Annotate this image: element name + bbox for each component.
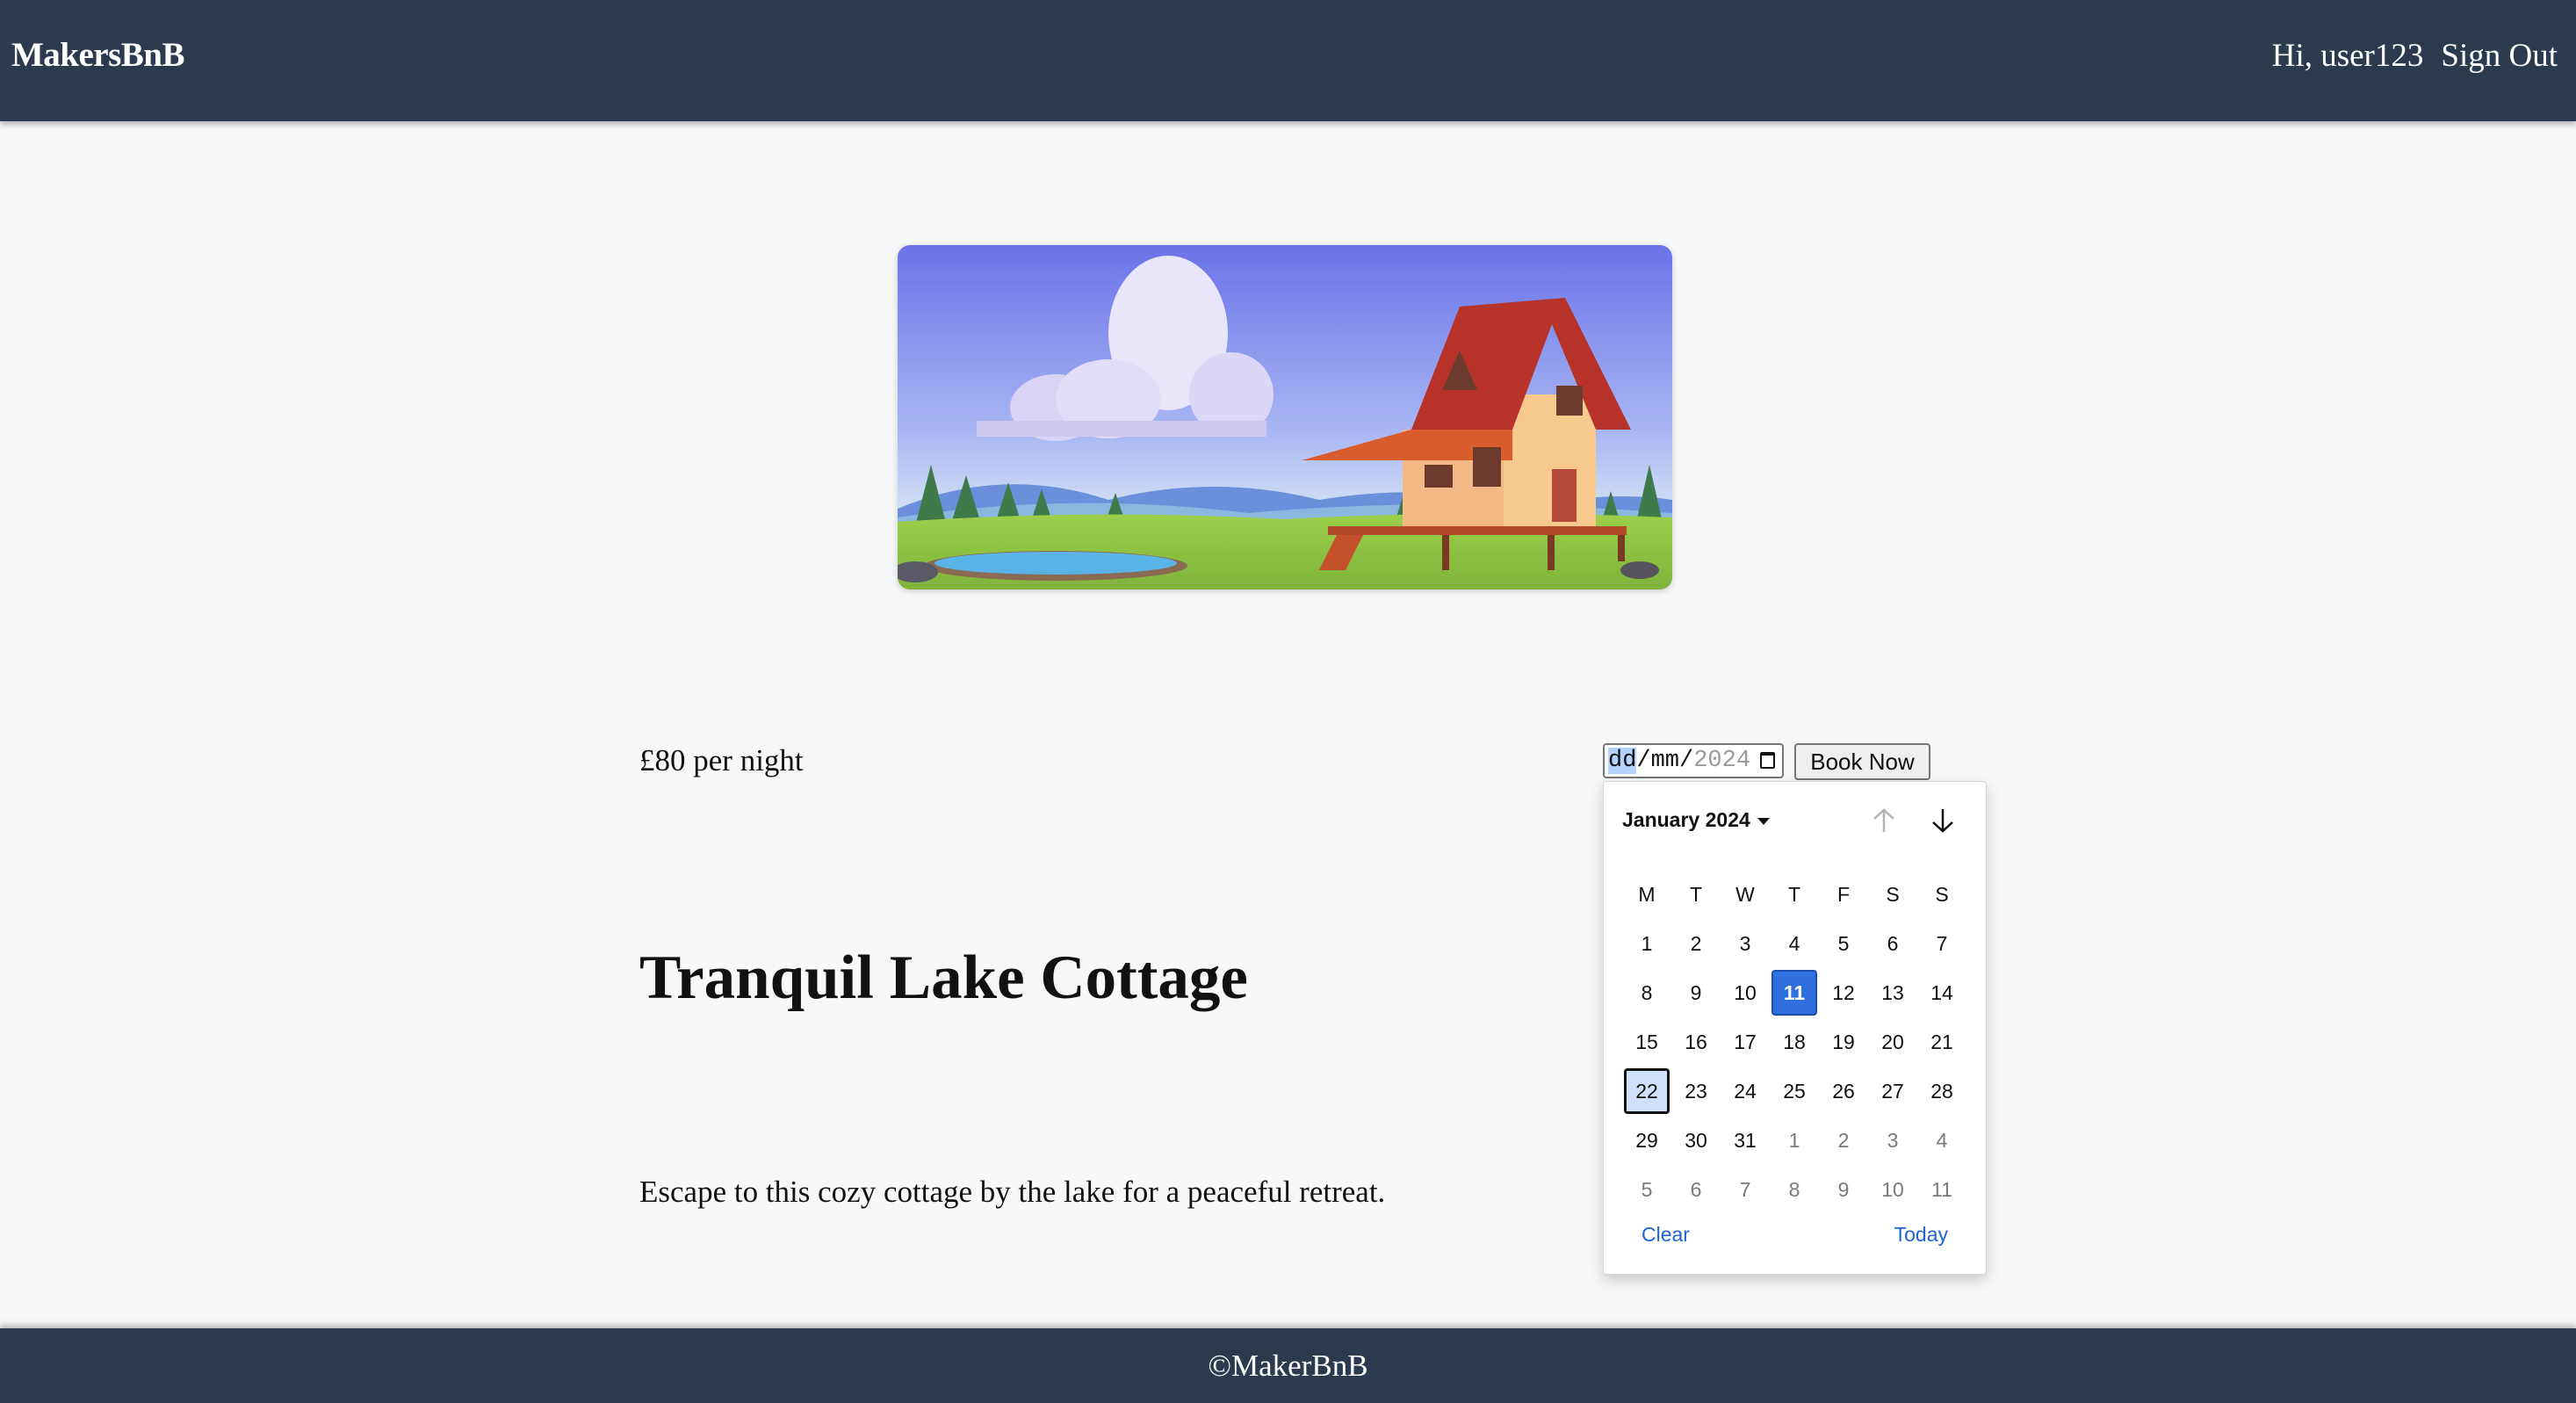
calendar-day[interactable]: 7 bbox=[1721, 1165, 1770, 1214]
month-year-label: January 2024 bbox=[1622, 808, 1750, 831]
price-per-night: £80 per night bbox=[639, 743, 804, 777]
calendar-day[interactable]: 13 bbox=[1868, 968, 1917, 1017]
calendar-day[interactable]: 5 bbox=[1819, 919, 1868, 968]
date-day-segment[interactable]: dd bbox=[1608, 748, 1637, 774]
calendar-day[interactable]: 17 bbox=[1721, 1017, 1770, 1067]
arrow-up-icon[interactable] bbox=[1868, 805, 1900, 836]
book-now-button[interactable]: Book Now bbox=[1794, 743, 1930, 780]
weekday-header: T bbox=[1689, 882, 1703, 906]
sign-out-link[interactable]: Sign Out bbox=[2441, 37, 2558, 75]
weekday-header: S bbox=[1935, 882, 1949, 906]
calendar-day[interactable]: 26 bbox=[1819, 1067, 1868, 1116]
date-picker-popup: January 2024 M T W T F S S 1 2 3 4 5 6 7 8 9 10 11 12 13 14 1… bbox=[1603, 781, 1987, 1275]
user-greeting[interactable]: Hi, user123 bbox=[2272, 37, 2424, 75]
calendar-day[interactable]: 10 bbox=[1721, 968, 1770, 1017]
calendar-day[interactable]: 15 bbox=[1622, 1017, 1671, 1067]
calendar-day[interactable]: 4 bbox=[1917, 1116, 1966, 1165]
top-nav-bar: MakersBnB Hi, user123 Sign Out bbox=[0, 0, 2576, 121]
calendar-day[interactable]: 30 bbox=[1671, 1116, 1721, 1165]
calendar-day[interactable]: 8 bbox=[1622, 968, 1671, 1017]
calendar-day[interactable]: 27 bbox=[1868, 1067, 1917, 1116]
listing-image bbox=[898, 245, 1672, 589]
calendar-day[interactable]: 20 bbox=[1868, 1017, 1917, 1067]
weekday-header: W bbox=[1735, 882, 1755, 906]
calendar-day[interactable]: 21 bbox=[1917, 1017, 1966, 1067]
calendar-day[interactable]: 8 bbox=[1770, 1165, 1819, 1214]
weekday-header: T bbox=[1787, 882, 1801, 906]
calendar-day[interactable]: 16 bbox=[1671, 1017, 1721, 1067]
calendar-day[interactable]: 6 bbox=[1868, 919, 1917, 968]
listing-description: Escape to this cozy cottage by the lake … bbox=[639, 1175, 1386, 1209]
calendar-day[interactable]: 23 bbox=[1671, 1067, 1721, 1116]
calendar-day[interactable]: 7 bbox=[1917, 919, 1966, 968]
calendar-day[interactable]: 2 bbox=[1819, 1116, 1868, 1165]
calendar-day[interactable]: 2 bbox=[1671, 919, 1721, 968]
calendar-day[interactable]: 3 bbox=[1868, 1116, 1917, 1165]
calendar-day[interactable]: 1 bbox=[1770, 1116, 1819, 1165]
cottage-illustration bbox=[898, 245, 1672, 589]
weekday-header: F bbox=[1836, 882, 1851, 906]
listing-title: Tranquil Lake Cottage bbox=[639, 944, 1248, 1012]
date-separator: / bbox=[1679, 748, 1694, 774]
arrow-down-icon[interactable] bbox=[1927, 805, 1959, 836]
calendar-day[interactable]: 14 bbox=[1917, 968, 1966, 1017]
today-button[interactable]: Today bbox=[1894, 1223, 1948, 1247]
calendar-day[interactable]: 29 bbox=[1622, 1116, 1671, 1165]
month-year-selector[interactable]: January 2024 bbox=[1622, 808, 1770, 832]
calendar-day[interactable]: 4 bbox=[1770, 919, 1819, 968]
calendar-day[interactable]: 1 bbox=[1622, 919, 1671, 968]
weekday-header: S bbox=[1886, 882, 1900, 906]
calendar-grid: M T W T F S S 1 2 3 4 5 6 7 8 9 10 11 12 13 14 15 16 17 18 19 20 21… bbox=[1622, 870, 1966, 1214]
date-month-segment[interactable]: mm bbox=[1651, 748, 1679, 774]
calendar-day[interactable]: 6 bbox=[1671, 1165, 1721, 1214]
calendar-day[interactable]: 11 bbox=[1917, 1165, 1966, 1214]
calendar-day[interactable]: 12 bbox=[1819, 968, 1868, 1017]
calendar-day[interactable]: 18 bbox=[1770, 1017, 1819, 1067]
calendar-day[interactable]: 24 bbox=[1721, 1067, 1770, 1116]
calendar-day[interactable]: 28 bbox=[1917, 1067, 1966, 1116]
calendar-day[interactable]: 10 bbox=[1868, 1165, 1917, 1214]
footer-copyright: ©MakerBnB bbox=[1208, 1348, 1368, 1383]
calendar-day[interactable]: 25 bbox=[1770, 1067, 1819, 1116]
calendar-day[interactable]: 3 bbox=[1721, 919, 1770, 968]
calendar-icon[interactable] bbox=[1760, 752, 1775, 769]
calendar-day[interactable]: 19 bbox=[1819, 1017, 1868, 1067]
calendar-day[interactable]: 22 bbox=[1624, 1068, 1670, 1114]
date-year-segment[interactable]: 2024 bbox=[1693, 748, 1750, 774]
calendar-day[interactable]: 31 bbox=[1721, 1116, 1770, 1165]
calendar-day[interactable]: 11 bbox=[1771, 970, 1817, 1016]
page: MakersBnB Hi, user123 Sign Out £80 per n… bbox=[0, 0, 2576, 1403]
weekday-header: M bbox=[1638, 882, 1656, 906]
clear-date-button[interactable]: Clear bbox=[1642, 1223, 1690, 1247]
date-input[interactable]: dd / mm / 2024 bbox=[1603, 743, 1784, 778]
user-nav: Hi, user123 Sign Out bbox=[2272, 37, 2558, 75]
calendar-day[interactable]: 9 bbox=[1671, 968, 1721, 1017]
footer: ©MakerBnB bbox=[0, 1328, 2576, 1403]
calendar-day[interactable]: 9 bbox=[1819, 1165, 1868, 1214]
date-separator: / bbox=[1636, 748, 1651, 774]
calendar-day[interactable]: 5 bbox=[1622, 1165, 1671, 1214]
caret-down-icon bbox=[1757, 817, 1770, 825]
brand-logo[interactable]: MakersBnB bbox=[11, 35, 185, 75]
